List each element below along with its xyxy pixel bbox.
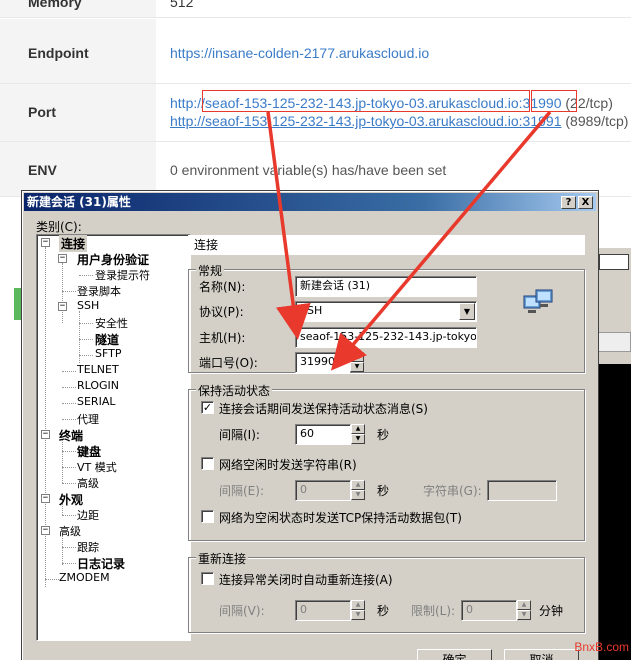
annotation-arrows (266, 110, 552, 371)
arrow-to-host (266, 111, 311, 340)
arrow-to-port (330, 110, 552, 371)
screenshot: Memory 512 Endpoint https://insane-colde… (0, 0, 631, 660)
watermark: BnxB.com (574, 640, 629, 654)
